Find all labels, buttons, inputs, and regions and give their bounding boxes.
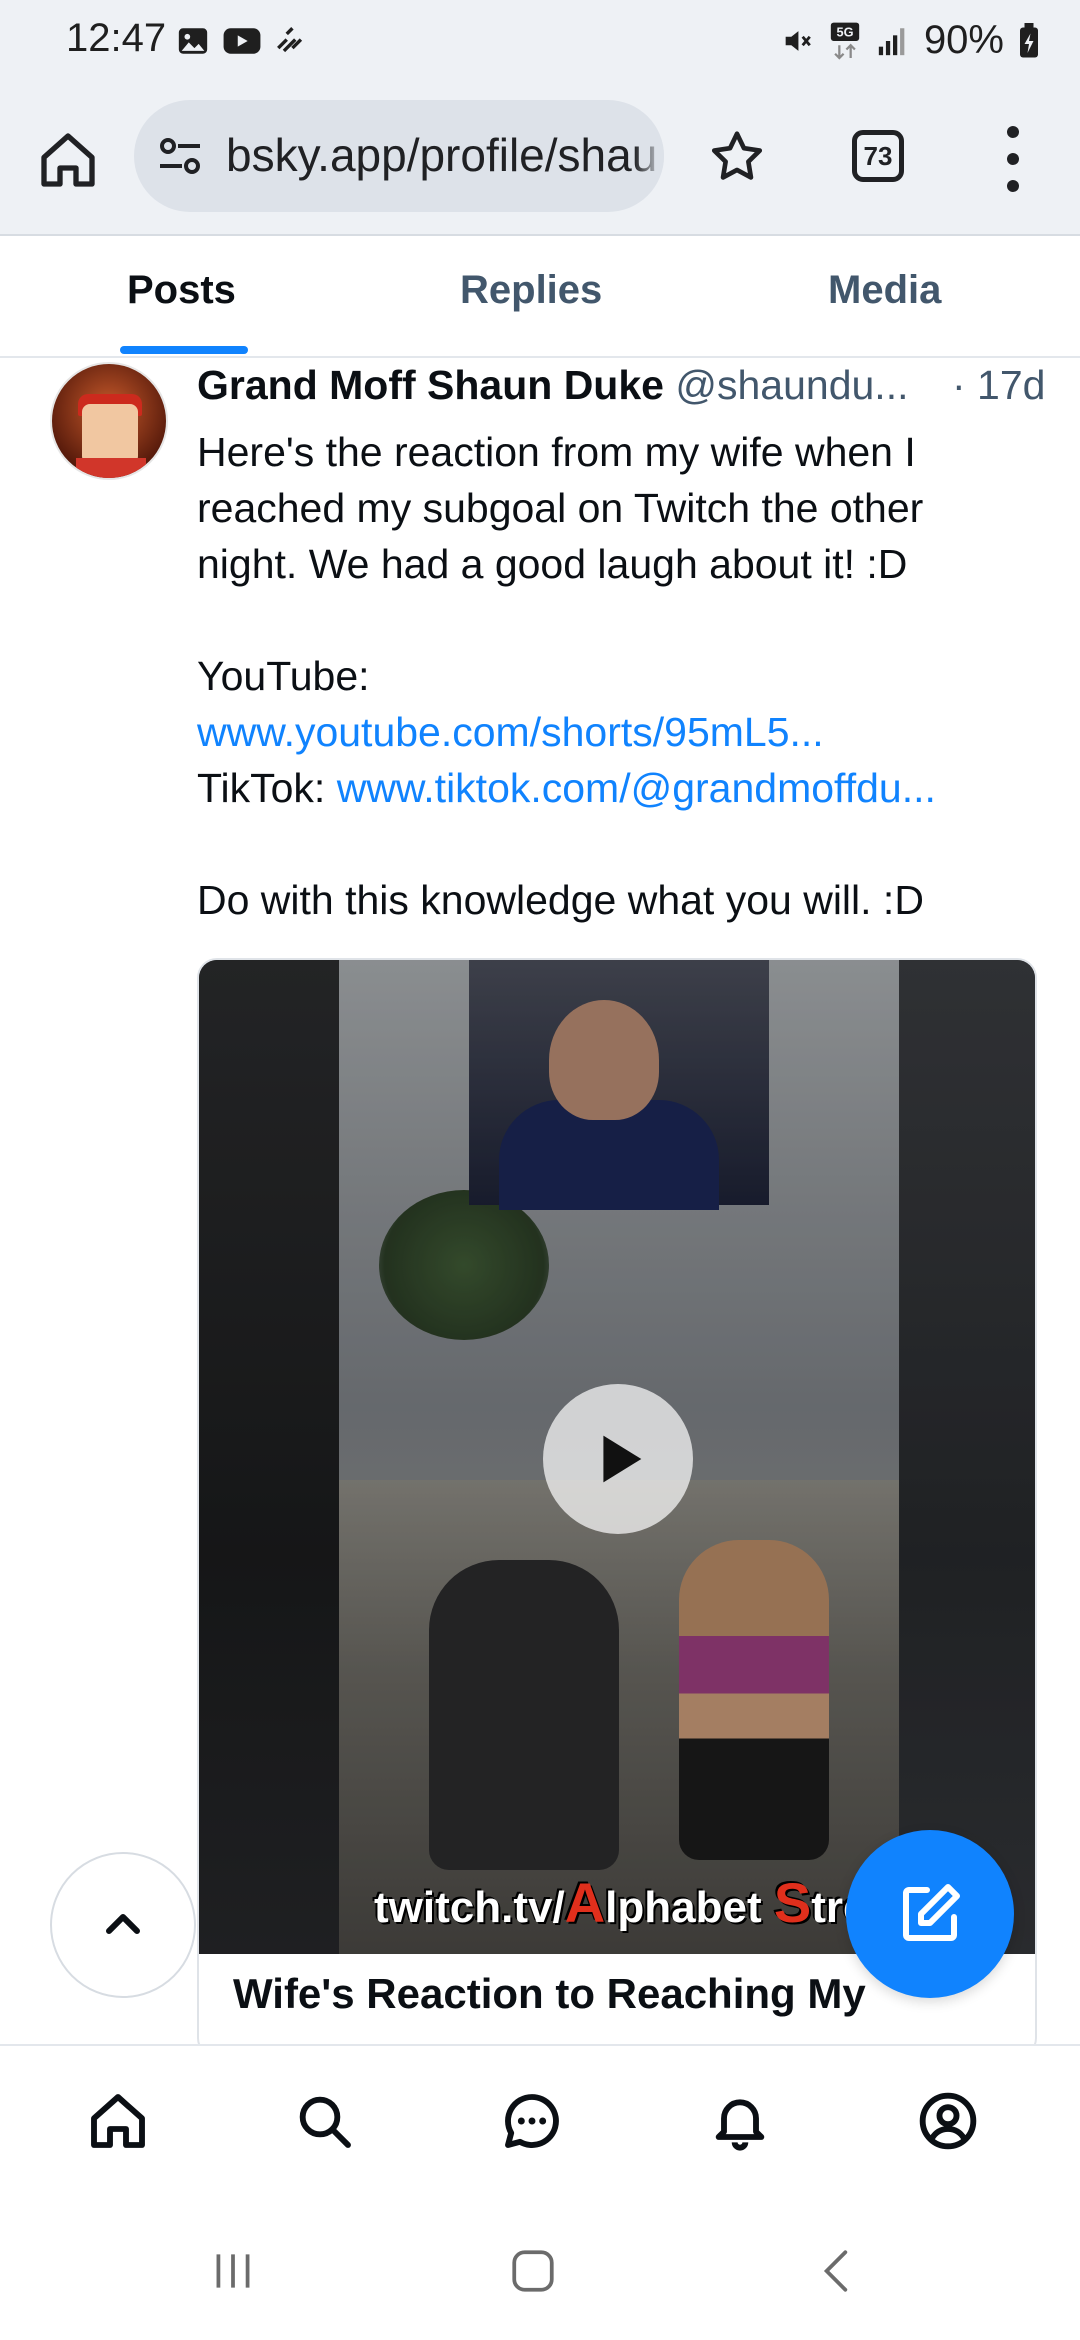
- post-text-line: reached my subgoal on Twitch the other: [197, 485, 924, 531]
- url-text: bsky.app/profile/shau: [226, 129, 658, 181]
- 5g-icon: 5G: [830, 22, 860, 60]
- nav-profile[interactable]: [913, 2086, 983, 2156]
- post-text-line: night. We had a good laugh about it! :D: [197, 541, 908, 587]
- youtube-link[interactable]: www.youtube.com/shorts/95mL5...: [197, 709, 824, 755]
- system-navigation-bar: [0, 2190, 1080, 2340]
- status-bar: 12:47 5G 90%: [0, 0, 1080, 86]
- home-icon: [91, 2094, 145, 2148]
- browser-toolbar: bsky.app/profile/shau 73: [0, 86, 1080, 236]
- tab-posts[interactable]: Posts: [127, 268, 236, 313]
- video-title[interactable]: Wife's Reaction to Reaching My: [233, 1970, 866, 2018]
- search-icon: [299, 2096, 351, 2148]
- site-settings-icon[interactable]: [156, 136, 204, 176]
- scroll-to-top-button[interactable]: [50, 1852, 196, 1998]
- signal-icon: [878, 27, 905, 55]
- nav-messages[interactable]: [497, 2086, 567, 2156]
- url-bar[interactable]: bsky.app/profile/shau: [134, 100, 664, 212]
- tiktok-label: TikTok:: [197, 765, 337, 811]
- post-closing-text: Do with this knowledge what you will. :D: [197, 877, 924, 923]
- nav-home[interactable]: [83, 2086, 153, 2156]
- battery-percent: 90%: [923, 18, 1004, 62]
- post-text-line: Here's the reaction from my wife when I: [197, 429, 916, 475]
- chat-icon: [505, 2094, 559, 2148]
- author-handle[interactable]: @shaundu...: [675, 362, 908, 408]
- bottom-navigation: [0, 2044, 1080, 2190]
- back-nav-icon[interactable]: [812, 2246, 862, 2296]
- profile-tabs: Posts Replies Media: [0, 236, 1080, 358]
- nav-search[interactable]: [289, 2086, 359, 2156]
- avatar[interactable]: [50, 362, 168, 480]
- data-icon: [277, 27, 303, 53]
- tab-replies[interactable]: Replies: [460, 268, 602, 313]
- youtube-label: YouTube:: [197, 653, 370, 699]
- tiktok-link[interactable]: www.tiktok.com/@grandmoffdu...: [337, 765, 936, 811]
- author-name[interactable]: Grand Moff Shaun Duke: [197, 362, 664, 408]
- menu-dot: [1007, 126, 1019, 138]
- post-header: Grand Moff Shaun Duke @shaundu...: [197, 362, 908, 409]
- bell-icon: [715, 2099, 765, 2151]
- star-icon: [711, 131, 763, 180]
- gallery-icon: [178, 28, 208, 54]
- active-tab-indicator: [120, 346, 248, 354]
- battery-icon: [1020, 22, 1038, 57]
- post-time[interactable]: · 17d: [952, 362, 1045, 409]
- play-button[interactable]: [543, 1384, 693, 1534]
- tab-media[interactable]: Media: [828, 268, 941, 313]
- nav-notifications[interactable]: [705, 2086, 775, 2156]
- compose-icon: [903, 1884, 960, 1941]
- browser-menu-button[interactable]: [998, 126, 1028, 192]
- home-nav-icon[interactable]: [508, 2246, 558, 2296]
- status-right: 5G 90%: [780, 18, 1040, 63]
- svg-text:5G: 5G: [836, 24, 853, 39]
- post-text: Here's the reaction from my wife when I …: [197, 424, 1047, 928]
- compose-post-button[interactable]: [846, 1830, 1014, 1998]
- tab-switcher-button[interactable]: 73: [852, 130, 904, 182]
- browser-home-button[interactable]: [36, 128, 100, 192]
- play-icon: [603, 1435, 642, 1483]
- mute-icon: [785, 30, 811, 51]
- youtube-icon: [223, 28, 261, 54]
- menu-dot: [1007, 153, 1019, 165]
- menu-dot: [1007, 180, 1019, 192]
- recent-apps-icon[interactable]: [208, 2246, 258, 2296]
- status-time: 12:47: [66, 16, 167, 60]
- chevron-up-icon: [106, 1914, 140, 1934]
- video-player[interactable]: twitch.tv/Alphabet Stream: [199, 960, 1035, 1954]
- status-left-icons: [176, 24, 308, 58]
- bookmark-button[interactable]: [706, 126, 768, 188]
- profile-icon: [919, 2092, 977, 2150]
- home-icon: [41, 133, 95, 187]
